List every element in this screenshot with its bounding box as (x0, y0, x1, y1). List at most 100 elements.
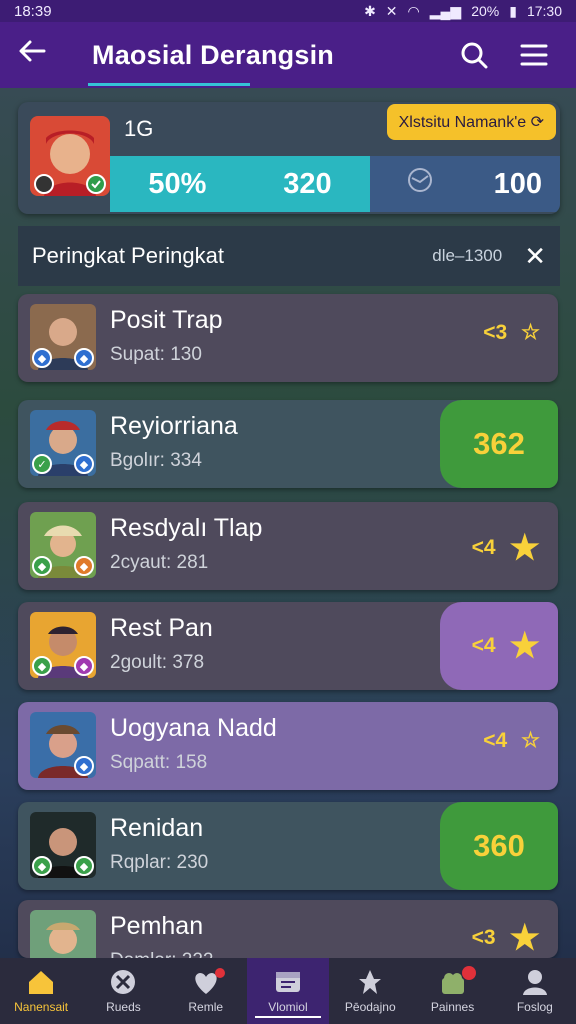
list-item[interactable]: ◆ ◆ Renidan Rqplar: 230 360 (18, 802, 558, 890)
star-icon[interactable]: ★ (510, 626, 540, 666)
profile-percent: 50% (148, 167, 207, 200)
list-item[interactable]: ◆ ◆ Posit Trap Supat: 130 <3 ☆ (18, 294, 558, 382)
mute-icon: ✕ (385, 2, 398, 19)
player-sub: 2cyaut: 281 (110, 552, 209, 573)
search-icon[interactable] (450, 31, 498, 79)
calendar-icon (275, 972, 300, 992)
list-item[interactable]: ◆ ◆ Rest Pan 2goult: 378 <4 ★ (18, 602, 558, 690)
profile-card[interactable]: 1G Xlstsitu Namank'e ⟳ 50% 320 100 (18, 102, 560, 214)
compass-icon (111, 970, 136, 994)
refresh-icon: ⟳ (530, 114, 544, 131)
rank-change: <4 (471, 634, 496, 657)
rank-mark: <3 ★ (472, 918, 540, 958)
nav-label: Pēodajno (344, 1000, 396, 1014)
badge-icon: ◆ (32, 556, 52, 576)
notification-badge (461, 966, 476, 980)
rank-change: <4 (471, 536, 496, 559)
badge-icon: ◆ (74, 656, 94, 676)
badge-icon: ◆ (32, 348, 52, 368)
list-item[interactable]: ✓ ◆ Reyiorriana Bgolır: 334 362 (18, 400, 558, 488)
status-time-left: 18:39 (14, 2, 52, 20)
nav-remle[interactable]: Remle (165, 958, 247, 1024)
badge-icon: ✓ (32, 454, 52, 474)
star-outline-icon[interactable]: ☆ (521, 728, 540, 753)
battery-label: 20% (471, 3, 500, 19)
profile-rank: 1G (124, 116, 154, 141)
wifi-icon: ◠ (407, 2, 420, 19)
score-pill: <4 ★ (440, 602, 558, 690)
player-sub: Supat: 130 (110, 344, 202, 365)
profile-score: 100 (493, 167, 542, 200)
list-item[interactable]: Pemhan Damlar: 222 <3 ★ (18, 900, 558, 958)
close-icon[interactable]: ✕ (524, 241, 546, 272)
app-bar: Mаosial Derangsin (0, 22, 576, 88)
star-icon[interactable]: ★ (510, 918, 540, 958)
avatar: ◆ (30, 712, 96, 778)
badge-icon: ◆ (74, 454, 94, 474)
menu-icon[interactable] (510, 31, 558, 79)
page-title: Mаosial Derangsin (92, 39, 334, 70)
star-outline-icon[interactable]: ☆ (521, 320, 540, 345)
battery-icon: ▮ (509, 2, 517, 19)
back-arrow-icon[interactable] (18, 37, 62, 73)
title-underline (88, 83, 250, 86)
badge-icon: ◆ (74, 756, 94, 776)
nav-foslog[interactable]: Foslog (494, 958, 576, 1024)
nav-vlomiol[interactable]: Vlomiol (246, 958, 330, 1024)
avatar: ◆ ◆ (30, 812, 96, 878)
score-pill: 360 (440, 802, 558, 890)
nav-peodajno[interactable]: Pēodajno (329, 958, 411, 1024)
nav-label: Vlomiol (268, 1000, 308, 1014)
badge-icon: ◆ (32, 856, 52, 876)
leaderboard-header: Peringkat Peringkat dle–1300 ✕ (18, 226, 560, 286)
status-icons: ✱ ✕ ◠ ▂▄▆ 20% ▮ 17:30 (364, 3, 562, 20)
avatar (30, 910, 96, 958)
nav-rueds[interactable]: Rueds (82, 958, 164, 1024)
player-sub: Sqpatt: 158 (110, 752, 208, 773)
badge-icon: ◆ (74, 856, 94, 876)
player-name: Resdyalı Tlap (110, 514, 263, 542)
bluetooth-icon: ✱ (364, 2, 376, 19)
rank-mark: <4 ★ (472, 528, 540, 568)
nav-home[interactable]: Nanensait (0, 958, 82, 1024)
notification-dot (214, 968, 225, 978)
rank-mark: <4 ☆ (483, 728, 540, 753)
list-item[interactable]: ◆ Uogyana Nadd Sqpatt: 158 <4 ☆ (18, 702, 558, 790)
star-icon[interactable]: ★ (510, 528, 540, 568)
section-range: dle–1300 (432, 246, 503, 265)
rank-change: <4 (483, 728, 508, 752)
nav-label: Nanensait (14, 1000, 69, 1014)
player-sub: Bgolır: 334 (110, 450, 202, 471)
user-icon (522, 970, 547, 995)
rank-change: <3 (483, 320, 508, 344)
nav-label: Rueds (106, 1000, 141, 1014)
badge-icon: ◆ (74, 348, 94, 368)
score-pill: 362 (440, 400, 558, 488)
player-name: Posit Trap (110, 306, 223, 334)
profile-points: 320 (283, 167, 332, 200)
player-name: Rest Pan (110, 614, 213, 642)
player-name: Uogyana Nadd (110, 714, 277, 742)
player-name: Pemhan (110, 912, 204, 940)
player-sub: Damlar: 222 (110, 950, 214, 958)
avatar: ◆ ◆ (30, 612, 96, 678)
status-bar: 18:39 ✱ ✕ ◠ ▂▄▆ 20% ▮ 17:30 (0, 0, 576, 22)
signal-icon: ▂▄▆ (429, 2, 462, 19)
avatar: ◆ ◆ (30, 512, 96, 578)
avatar[interactable] (30, 116, 110, 196)
rank-mark: <3 ☆ (483, 320, 540, 345)
nav-painnes[interactable]: Painnes (411, 958, 493, 1024)
home-icon (29, 971, 54, 994)
badge-label: Xlstsitu Namank'e (398, 114, 527, 131)
timer-icon (406, 166, 434, 202)
nav-label: Painnes (430, 1000, 475, 1014)
player-sub: 2goult: 378 (110, 652, 205, 673)
profile-badge[interactable]: Xlstsitu Namank'e ⟳ (386, 104, 556, 140)
nav-label: Remle (188, 1000, 224, 1014)
figure-icon (359, 970, 382, 994)
list-item[interactable]: ◆ ◆ Resdyalı Tlap 2cyaut: 281 <4 ★ (18, 502, 558, 590)
bottom-nav: Nanensait Rueds Remle Vlomiol Pēodajno P… (0, 958, 576, 1024)
score-stats: 100 (370, 156, 560, 212)
section-title: Peringkat Peringkat (32, 243, 224, 268)
badge-icon: ◆ (74, 556, 94, 576)
